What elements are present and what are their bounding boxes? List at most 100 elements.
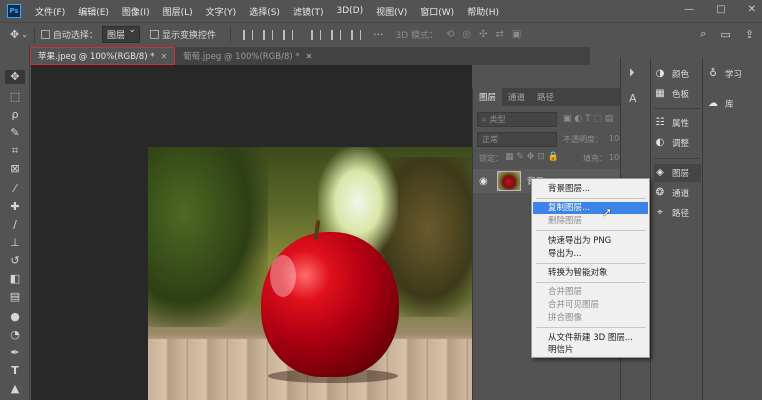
quick-select-tool-icon[interactable]: ✎	[8, 126, 22, 140]
apple-photo[interactable]	[148, 147, 472, 400]
3d-scale-icon[interactable]: ▣	[512, 29, 521, 40]
menu-edit[interactable]: 编辑(E)	[78, 5, 109, 18]
3d-orbit-icon[interactable]: ⟲	[446, 29, 454, 40]
move-tool-icon[interactable]: ✥	[5, 70, 25, 84]
minimize-button[interactable]: —	[684, 4, 694, 15]
clone-stamp-tool-icon[interactable]: ⊥	[8, 236, 22, 250]
panel-label: 库	[725, 100, 734, 110]
blur-tool-icon[interactable]: ●	[8, 310, 22, 324]
3d-pan-icon[interactable]: ✣	[479, 29, 487, 40]
auto-select-target-dropdown[interactable]: 图层	[101, 25, 140, 43]
menu-item-quick-export-png[interactable]: 快速导出为 PNG	[533, 235, 648, 247]
eye-icon[interactable]: ◉	[479, 176, 493, 187]
panel-channels[interactable]: ❂ 通道	[654, 184, 701, 202]
align-left-icon[interactable]	[242, 29, 253, 40]
align-bottom-icon[interactable]	[350, 29, 361, 40]
close-icon[interactable]: ✕	[306, 52, 313, 61]
close-icon[interactable]: ✕	[160, 52, 167, 61]
workspace-icon[interactable]: ▭	[720, 28, 730, 41]
align-center-icon[interactable]	[262, 29, 273, 40]
share-icon[interactable]: ⇪	[745, 28, 754, 41]
menu-select[interactable]: 选择(S)	[249, 5, 280, 18]
menu-item-duplicate-layer[interactable]: 复制图层...	[533, 202, 648, 214]
close-button[interactable]: ✕	[748, 4, 756, 15]
gradient-tool-icon[interactable]: ▤	[8, 290, 22, 304]
menu-item-delete-layer[interactable]: 删除图层	[533, 215, 648, 227]
chevron-down-icon[interactable]: ⌄	[21, 30, 28, 39]
menu-item-background-layer[interactable]: 背景图层...	[533, 183, 648, 195]
3d-slide-icon[interactable]: ⇄	[496, 29, 504, 40]
character-icon[interactable]: A	[629, 92, 637, 105]
eyedropper-tool-icon[interactable]: ⁄	[8, 182, 22, 196]
filter-type-icons[interactable]: ▣ ◐ T ⬚ ▤	[563, 114, 613, 124]
panel-paths[interactable]: ⌖ 路径	[654, 204, 701, 222]
panel-label: 颜色	[672, 70, 690, 80]
tab-layers[interactable]: 图层	[473, 88, 503, 106]
type-tool-icon[interactable]: T	[8, 364, 22, 378]
menu-image[interactable]: 图像(I)	[122, 5, 150, 18]
menu-item-new-3d-layer[interactable]: 从文件新建 3D 图层...	[533, 332, 648, 344]
panel-properties[interactable]: ☷ 属性	[654, 114, 701, 132]
menu-window[interactable]: 窗口(W)	[420, 5, 454, 18]
search-icon[interactable]: ⌕	[700, 27, 706, 41]
menu-view[interactable]: 视图(V)	[376, 5, 407, 18]
menu-filter[interactable]: 滤镜(T)	[293, 5, 324, 18]
brush-tool-icon[interactable]: ∕	[8, 218, 22, 232]
menu-item-flatten-image[interactable]: 拼合图像	[533, 312, 648, 324]
more-options-icon[interactable]: ···	[373, 28, 384, 41]
auto-select-checkbox[interactable]	[40, 30, 50, 39]
show-transform-checkbox[interactable]	[149, 30, 159, 39]
panel-adjustments[interactable]: ◐ 调整	[654, 134, 701, 152]
menu-item-export-as[interactable]: 导出为...	[533, 248, 648, 260]
move-tool-icon[interactable]: ✥	[10, 28, 19, 41]
divider	[654, 158, 700, 159]
panel-swatches[interactable]: ▦ 色板	[654, 85, 701, 103]
lasso-tool-icon[interactable]: ρ	[8, 108, 22, 122]
menu-item-merge-layers[interactable]: 合并图层	[533, 286, 648, 298]
align-right-icon[interactable]	[282, 29, 293, 40]
menu-file[interactable]: 文件(F)	[35, 5, 65, 18]
history-icon[interactable]: ⏵	[629, 66, 635, 80]
panel-layers[interactable]: ◈ 图层	[654, 164, 701, 182]
pen-tool-icon[interactable]: ✒	[8, 346, 22, 360]
menu-item-postcard[interactable]: 明信片	[533, 344, 648, 356]
tab-apple-document[interactable]: 苹果.jpeg @ 100%(RGB/8) * ✕	[30, 47, 176, 65]
path-select-tool-icon[interactable]: ▲	[8, 382, 22, 396]
marquee-tool-icon[interactable]: ⬚	[8, 90, 22, 104]
menu-help[interactable]: 帮助(H)	[467, 5, 499, 18]
menu-3d[interactable]: 3D(D)	[336, 6, 363, 16]
tab-channels[interactable]: 通道	[502, 88, 531, 106]
healing-brush-tool-icon[interactable]: ✚	[8, 200, 22, 214]
layers-icon: ◈	[656, 167, 664, 178]
menu-layer[interactable]: 图层(L)	[163, 5, 193, 18]
layers-panel-tabs: 图层 通道 路径 ≡	[473, 88, 642, 106]
maximize-button[interactable]: □	[716, 4, 725, 15]
3d-roll-icon[interactable]: ◎	[462, 29, 471, 40]
canvas-area[interactable]	[31, 65, 472, 400]
align-top-icon[interactable]	[310, 29, 321, 40]
tab-paths[interactable]: 路径	[531, 88, 560, 106]
frame-tool-icon[interactable]: ⊠	[8, 162, 22, 176]
crop-tool-icon[interactable]: ⌗	[8, 144, 22, 158]
menu-type[interactable]: 文字(Y)	[206, 5, 237, 18]
paths-icon: ⌖	[657, 207, 663, 218]
panel-color[interactable]: ◑ 颜色	[654, 65, 701, 83]
panel-libraries[interactable]: ☁ 库	[707, 95, 759, 113]
history-brush-tool-icon[interactable]: ↺	[8, 254, 22, 268]
panel-label: 通道	[672, 189, 690, 199]
blend-mode-dropdown[interactable]: 正常	[477, 132, 557, 147]
adjustments-icon: ◐	[655, 137, 665, 148]
menu-item-merge-visible[interactable]: 合并可见图层	[533, 299, 648, 311]
divider	[229, 26, 231, 43]
tab-grape-document[interactable]: 葡萄.jpeg @ 100%(RGB/8) * ✕	[175, 47, 320, 65]
dodge-tool-icon[interactable]: ◔	[8, 328, 22, 342]
auto-select-label: 自动选择：	[52, 31, 98, 41]
mouse-cursor-icon: ➚	[602, 205, 613, 219]
menu-item-convert-smart-object[interactable]: 转换为智能对象	[533, 267, 648, 279]
eraser-tool-icon[interactable]: ◧	[8, 272, 22, 286]
layer-filter-dropdown[interactable]: ⌕ 类型	[477, 112, 557, 127]
panel-dock: ◑ 颜色 ▦ 色板 ☷ 属性 ◐ 调整 ◈ 图层 ❂ 通道 ⌖ 路径	[650, 58, 702, 400]
panel-learn[interactable]: ♁ 学习	[707, 65, 759, 83]
align-middle-icon[interactable]	[330, 29, 341, 40]
lock-icons[interactable]: ▦ ✎ ✥ ⊡ 🔒	[505, 152, 559, 162]
